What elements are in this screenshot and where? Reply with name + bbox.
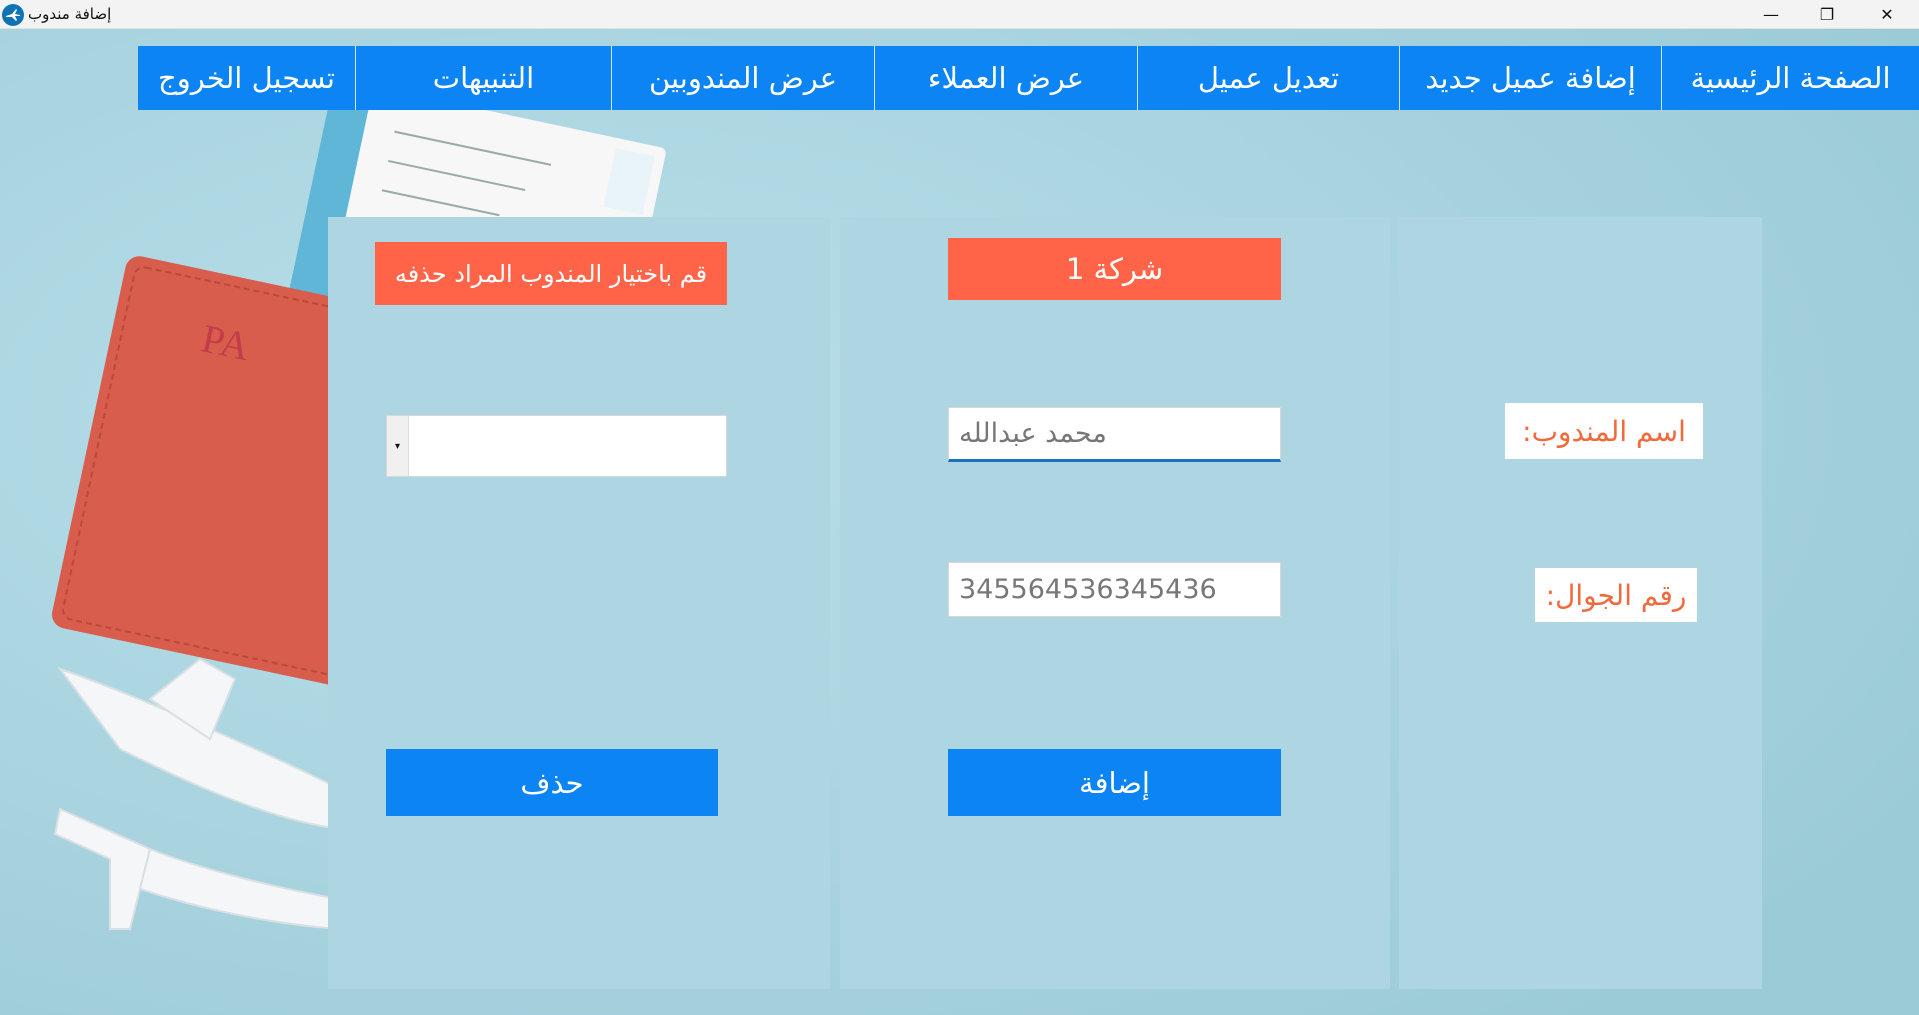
phone-input-value: 345564536345436: [959, 574, 1217, 605]
minimize-button[interactable]: —: [1748, 0, 1794, 29]
nav-notifications[interactable]: التنبيهات: [355, 46, 611, 110]
main-navigation: الصفحة الرئيسية إضافة عميل جديد تعديل عم…: [138, 46, 1919, 110]
delete-rep-panel: قم باختيار المندوب المراد حذفه ▾ حذف: [328, 217, 830, 989]
add-button[interactable]: إضافة: [948, 749, 1281, 816]
nav-logout[interactable]: تسجيل الخروج: [138, 46, 355, 110]
rep-name-input-value: محمد عبدالله: [959, 418, 1107, 449]
nav-view-reps[interactable]: عرض المندوبين: [611, 46, 874, 110]
nav-view-clients[interactable]: عرض العملاء: [874, 46, 1137, 110]
delete-instruction-tag: قم باختيار المندوب المراد حذفه: [375, 242, 727, 305]
app-logo-icon: [2, 4, 24, 26]
close-button[interactable]: ✕: [1864, 0, 1910, 29]
window-titlebar: إضافة مندوب — ❐ ✕: [0, 0, 1919, 29]
phone-label: رقم الجوال:: [1535, 568, 1697, 622]
labels-panel: اسم المندوب: رقم الجوال:: [1399, 217, 1762, 989]
company-name-tag: شركة 1: [948, 238, 1281, 300]
dropdown-arrow-icon[interactable]: ▾: [387, 416, 409, 476]
nav-edit-client[interactable]: تعديل عميل: [1137, 46, 1399, 110]
rep-name-label: اسم المندوب:: [1505, 403, 1703, 459]
rep-name-input[interactable]: محمد عبدالله: [948, 407, 1281, 462]
delete-button[interactable]: حذف: [386, 749, 718, 816]
nav-home[interactable]: الصفحة الرئيسية: [1661, 46, 1919, 110]
rep-select-dropdown[interactable]: ▾: [386, 415, 727, 477]
add-rep-panel: شركة 1 محمد عبدالله 345564536345436 إضاف…: [840, 217, 1390, 989]
phone-input[interactable]: 345564536345436: [948, 562, 1281, 617]
maximize-button[interactable]: ❐: [1804, 0, 1850, 29]
window-title: إضافة مندوب: [28, 5, 112, 23]
nav-add-client[interactable]: إضافة عميل جديد: [1399, 46, 1661, 110]
